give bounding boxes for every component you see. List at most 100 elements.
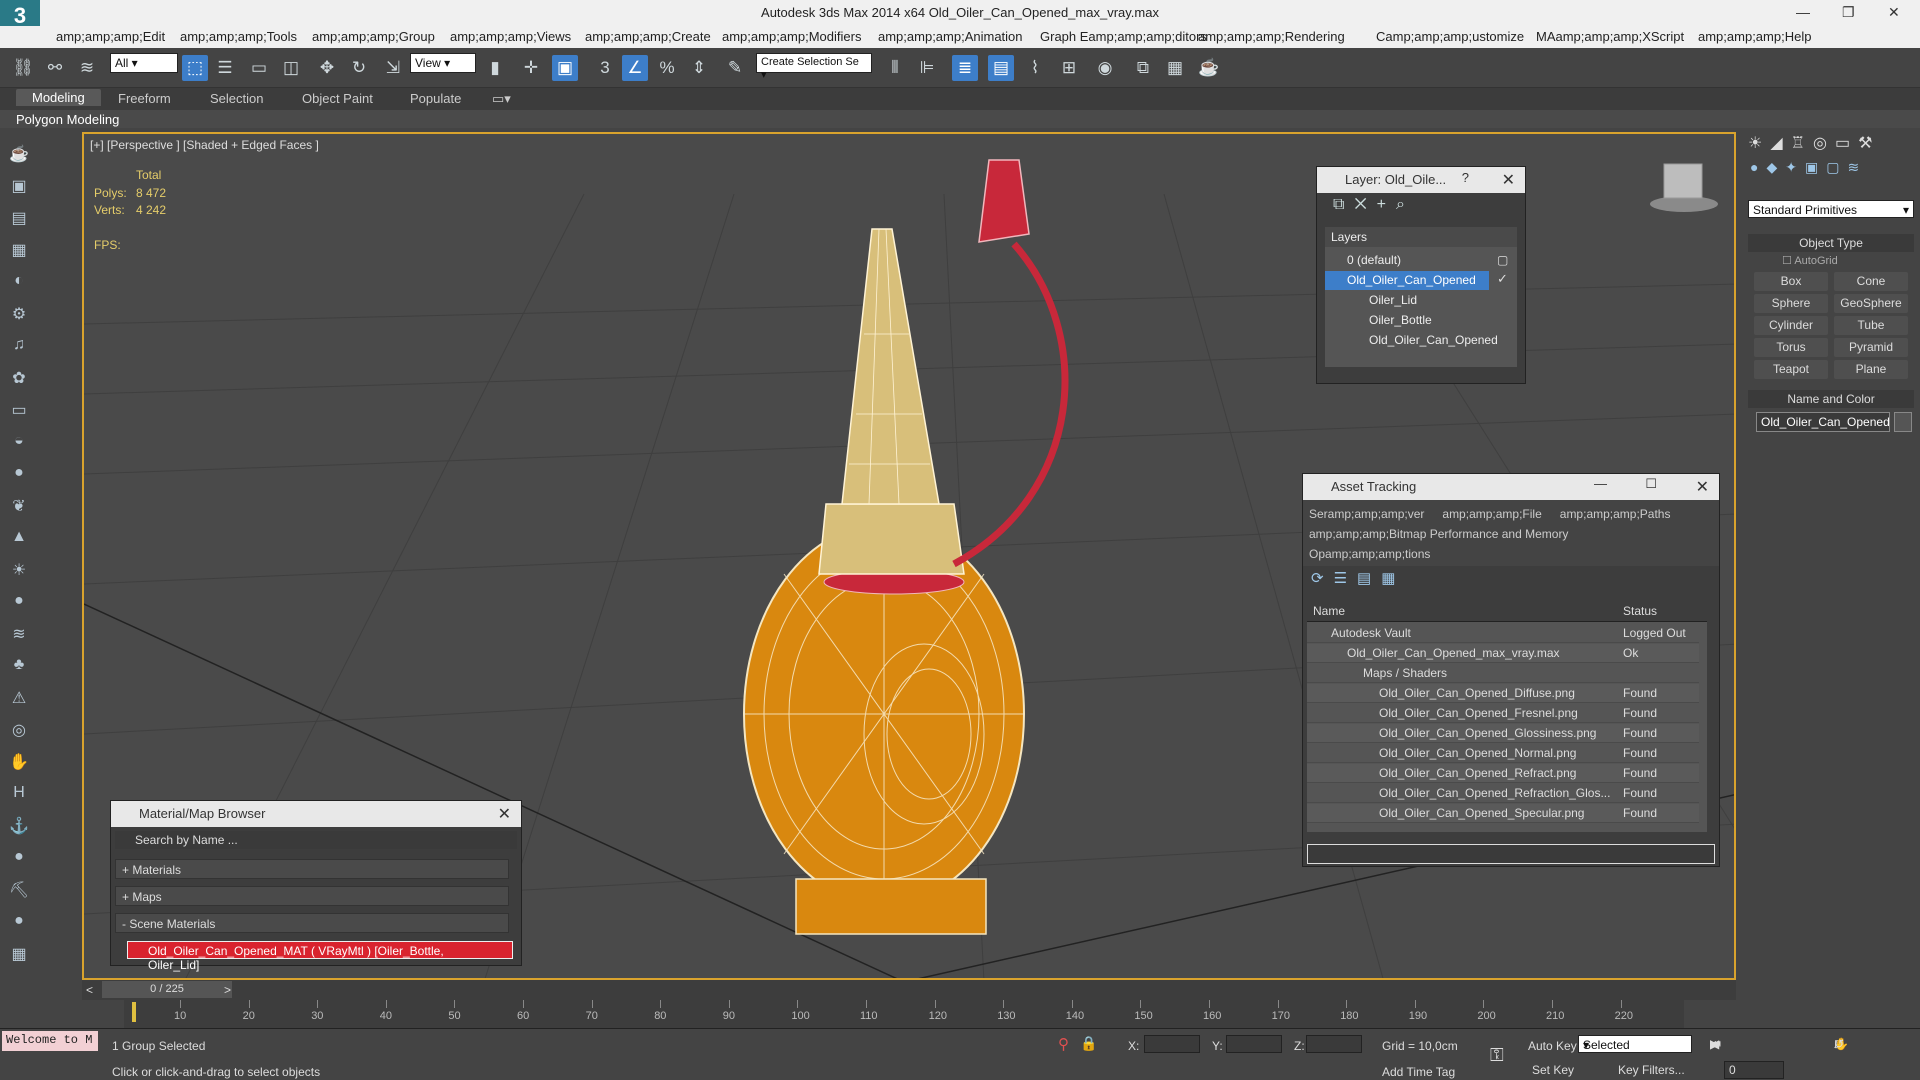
current-layer-icon[interactable]: ✓ [1497, 271, 1508, 287]
window-crossing-icon[interactable]: ◫ [278, 55, 304, 81]
lights-icon[interactable]: ✦ [1785, 159, 1805, 175]
sun-icon[interactable]: ☀ [8, 560, 30, 582]
current-frame-field[interactable]: 0 [1724, 1061, 1784, 1079]
delete-layer-icon[interactable]: ✕ [1354, 196, 1376, 213]
particles-icon[interactable]: ✿ [8, 368, 30, 390]
hierarchy-tab-icon[interactable]: ♖ [1791, 135, 1813, 152]
display-tab-icon[interactable]: ▭ [1835, 135, 1858, 152]
ring-icon[interactable]: ◎ [8, 720, 30, 742]
col-status-header[interactable]: Status [1623, 604, 1657, 618]
maximize-icon[interactable]: ☐ [1645, 476, 1657, 492]
layer-item[interactable]: Old_Oiler_Can_Opened [1325, 331, 1517, 350]
time-slider-thumb[interactable]: 0 / 225 [102, 981, 232, 998]
layer-item[interactable]: Old_Oiler_Can_Opened [1325, 271, 1489, 290]
close-icon[interactable]: ✕ [1696, 477, 1709, 497]
menu-item[interactable]: amp;amp;amp;Modifiers [722, 29, 861, 44]
light-icon[interactable]: ◐ [8, 272, 30, 294]
material-section-header[interactable]: - Scene Materials [115, 913, 509, 933]
menu-item[interactable]: amp;amp;amp;Group [312, 29, 435, 44]
grid-view-icon[interactable]: ▦ [8, 944, 30, 966]
viewport-label[interactable]: [+] [Perspective ] [Shaded + Edged Faces… [90, 138, 319, 152]
ribbon-tab-populate[interactable]: Populate [410, 91, 461, 106]
layer-hide-icon[interactable]: ▢ [1497, 253, 1508, 267]
key-filters-button[interactable]: Key Filters... [1618, 1063, 1685, 1077]
material-editor-icon[interactable]: ◉ [1092, 55, 1118, 81]
go-to-end-icon[interactable]: ⏭ [1710, 1037, 1727, 1052]
create-torus-button[interactable]: Torus [1754, 338, 1828, 357]
edit-named-selection-icon[interactable]: ✎ [722, 55, 748, 81]
scale-icon[interactable]: ⇲ [380, 55, 406, 81]
hand-icon[interactable]: ✋ [8, 752, 30, 774]
layer-item[interactable]: Oiler_Bottle [1325, 311, 1517, 330]
node-icon[interactable]: ● [8, 912, 30, 934]
ribbon-options-icon[interactable]: ▭▾ [492, 91, 511, 107]
rotate-icon[interactable]: ↻ [346, 55, 372, 81]
grid-icon[interactable]: ▦ [8, 240, 30, 262]
mirror-icon[interactable]: ⫴ [882, 55, 908, 81]
table-row[interactable]: Old_Oiler_Can_Opened_Glossiness.png Found [1307, 724, 1699, 743]
create-teapot-button[interactable]: Teapot [1754, 360, 1828, 379]
key-mode-dropdown[interactable]: Selected ▾ [1578, 1035, 1692, 1053]
table-row[interactable]: Autodesk VaultLogged Out ... [1307, 624, 1699, 654]
menu-item[interactable]: amp;amp;amp;Create [585, 29, 711, 44]
isolate-icon[interactable]: ⚲ [1058, 1035, 1069, 1053]
box-icon[interactable]: ▭ [8, 400, 30, 422]
table-row[interactable]: Old_Oiler_Can_Opened_Normal.png Found [1307, 744, 1699, 763]
move-icon[interactable]: ✥ [314, 55, 340, 81]
name-color-rollout[interactable]: Name and Color [1748, 390, 1914, 408]
bind-spacewarp-icon[interactable]: ≋ [74, 55, 100, 81]
list-view-icon[interactable]: ☰ [1334, 570, 1357, 587]
select-by-name-icon[interactable]: ☰ [212, 55, 238, 81]
helper-icon[interactable]: H [8, 784, 30, 806]
layer-manager-icon[interactable]: ≣ [952, 55, 978, 81]
table-row[interactable]: Old_Oiler_Can_Opened_Specular.png Found [1307, 804, 1699, 823]
motion-tab-icon[interactable]: ◎ [1813, 135, 1835, 152]
auto-key-button[interactable]: Auto Key [1528, 1039, 1577, 1053]
close-icon[interactable]: ✕ [498, 804, 511, 824]
shapes-icon[interactable]: ◆ [1766, 159, 1785, 175]
render-setup-icon[interactable]: ⧉ [1130, 55, 1156, 81]
table-row[interactable]: Old_Oiler_Can_Opened_Fresnel.png Found [1307, 704, 1699, 723]
next-frame-icon[interactable]: > [224, 983, 231, 997]
asset-path-field[interactable] [1307, 844, 1715, 864]
create-plane-button[interactable]: Plane [1834, 360, 1908, 379]
help-icon[interactable]: ? [1462, 170, 1469, 185]
helpers-icon[interactable]: ▢ [1826, 159, 1847, 175]
create-pyramid-button[interactable]: Pyramid [1834, 338, 1908, 357]
tree-view-icon[interactable]: ▤ [1357, 570, 1381, 587]
close-icon[interactable]: ✕ [1502, 170, 1515, 190]
minimize-icon[interactable]: — [1796, 4, 1810, 20]
club-icon[interactable]: ♣ [8, 656, 30, 678]
y-coord-field[interactable] [1226, 1035, 1282, 1053]
geometry-icon[interactable]: ● [1750, 159, 1766, 175]
asset-menu-options[interactable]: Opamp;amp;amp;tions [1309, 544, 1713, 564]
unlink-icon[interactable]: ⚯ [42, 55, 68, 81]
plant-icon[interactable]: ❦ [8, 496, 30, 518]
asset-menu-item[interactable]: amp;amp;amp;Paths [1560, 507, 1671, 521]
curve-editor-icon[interactable]: ⌇ [1022, 55, 1048, 81]
menu-item[interactable]: amp;amp;amp;Animation [878, 29, 1023, 44]
menu-item[interactable]: amp;amp;amp;Tools [180, 29, 297, 44]
table-row[interactable]: Old_Oiler_Can_Opened_Refraction_Glos... F… [1307, 784, 1699, 803]
asset-menu-item[interactable]: amp;amp;amp;File [1442, 507, 1541, 521]
material-section-header[interactable]: + Maps [115, 886, 509, 906]
menu-item[interactable]: amp;amp;amp;Views [450, 29, 571, 44]
polygon-modeling-label[interactable]: Polygon Modeling [16, 112, 119, 127]
track-bar[interactable]: 10 20 30 40 50 60 70 80 90 100 110 120 130 140 150 160 1… [124, 1000, 1684, 1028]
render-icon[interactable]: ▣ [8, 176, 30, 198]
layer-item[interactable]: Oiler_Lid [1325, 291, 1517, 310]
restore-icon[interactable]: ❐ [1842, 4, 1855, 21]
asset-menu-bitmap[interactable]: amp;amp;amp;Bitmap Performance and Memor… [1309, 524, 1713, 544]
material-search-input[interactable]: Search by Name ... [115, 831, 517, 849]
link-icon[interactable]: ⛓ [10, 55, 36, 81]
pivot-icon[interactable]: ▮ [482, 55, 508, 81]
menu-item[interactable]: amp;amp;amp;Edit [56, 29, 165, 44]
angle-snap-icon[interactable]: ∠ [622, 55, 648, 81]
anchor-icon[interactable]: ⚓ [8, 816, 30, 838]
keyboard-shortcut-icon[interactable]: ▣ [552, 55, 578, 81]
close-icon[interactable]: ✕ [1888, 4, 1900, 21]
autogrid-checkbox[interactable]: ☐ AutoGrid [1782, 254, 1838, 267]
table-row[interactable]: Maps / Shaders [1307, 664, 1699, 683]
time-slider[interactable]: < 0 / 225 > [82, 980, 1736, 1000]
create-cone-button[interactable]: Cone [1834, 272, 1908, 291]
